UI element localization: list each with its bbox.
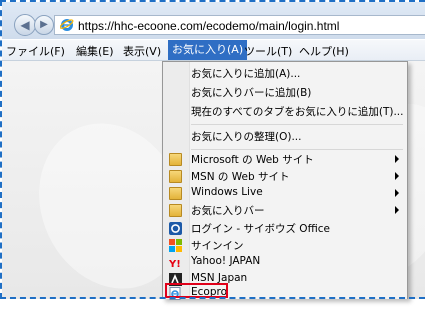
screenshot-frame (0, 0, 425, 299)
